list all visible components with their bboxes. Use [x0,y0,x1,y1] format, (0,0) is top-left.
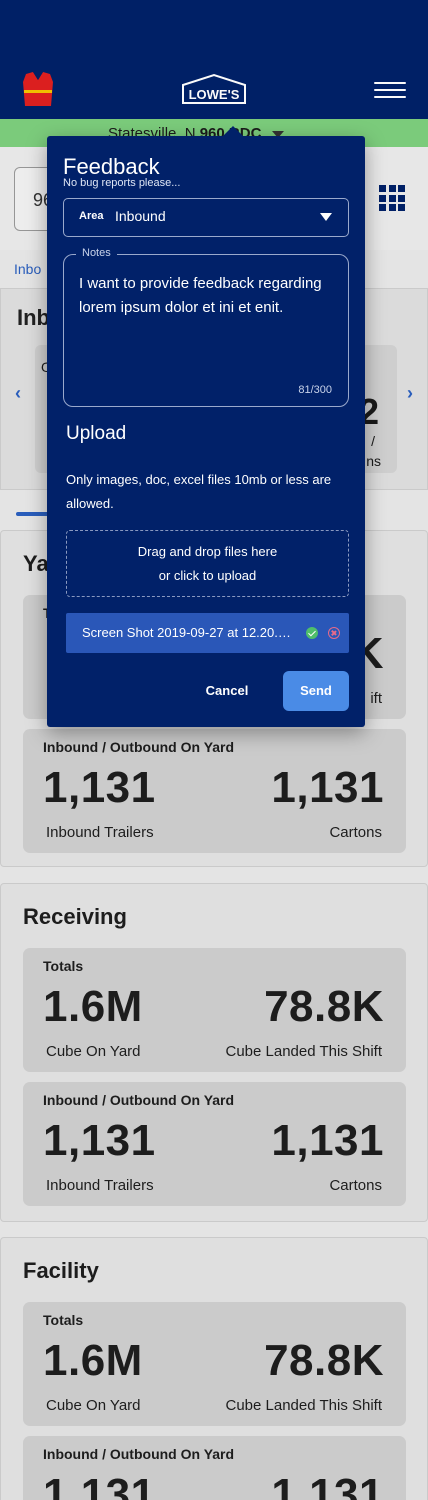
section-title: Facility [23,1258,99,1283]
tile-heading: Inbound / Outbound On Yard [43,1446,235,1462]
tile-left-value: 1.6M [43,1336,143,1385]
tile-left-value: 1.6M [43,982,143,1031]
tile-right-label: ift [370,690,382,707]
check-circle-icon [306,627,318,639]
tile-right-label: Cube Landed This Shift [225,1043,383,1060]
tile-heading: Totals [43,958,84,974]
section-title: Ya [23,551,49,576]
vest-icon[interactable] [22,70,54,108]
section-title: Receiving [23,904,127,929]
tile-heading: Inbound / Outbound On Yard [43,1092,235,1108]
tile-left-label: Inbound Trailers [46,1177,154,1194]
modal-subtitle: No bug reports please... [63,177,181,189]
section-receiving: Receiving Totals 1.6M 78.8K Cube On Yard… [0,883,428,1222]
tile-right-value: 1,131 [271,1116,384,1165]
tile-totals: Totals 1.6M 78.8K Cube On Yard Cube Land… [23,1302,406,1426]
area-label: Area [79,210,104,222]
section-facility: Facility Totals 1.6M 78.8K Cube On Yard … [0,1237,428,1500]
tile-left-label: Inbound Trailers [46,824,154,841]
logo-text: LOWE'S [189,87,240,102]
notes-text[interactable]: I want to provide feedback regarding lor… [79,272,341,320]
tile-left-value: 1,131 [43,1116,156,1165]
tile-heading: Inbound / Outbound On Yard [43,739,235,755]
chevron-left-icon[interactable]: ‹ [15,383,21,404]
notes-char-count: 81/300 [298,384,332,396]
inbound-card-title: Inb [17,305,50,330]
breadcrumb[interactable]: Inbo [14,261,41,277]
inbound-tile-slash: / [371,433,375,449]
tile-on-yard: Inbound / Outbound On Yard 1,131 1,131 I… [23,1082,406,1206]
tile-right-label: Cube Landed This Shift [225,1397,383,1414]
apps-grid-icon[interactable] [379,185,405,211]
tile-on-yard: Inbound / Outbound On Yard 1,131 1,131 [23,1436,406,1500]
file-dropzone[interactable]: Drag and drop files here or click to upl… [66,530,349,597]
tile-right-value: 78.8K [264,982,384,1031]
tile-left-value: 1,131 [43,763,156,812]
file-name: Screen Shot 2019-09-27 at 12.20.00 PM.pn… [82,625,296,640]
area-select[interactable]: Area Inbound [63,198,349,237]
tile-left-label: Cube On Yard [46,1397,141,1414]
dropzone-line-1: Drag and drop files here [137,544,278,559]
hamburger-menu-icon[interactable] [374,82,406,98]
notes-label: Notes [76,247,117,259]
inbound-tile-sub: ns [366,453,381,469]
tile-right-value: 1,131 [271,1470,384,1500]
dropzone-line-2: or click to upload [158,568,257,583]
send-button[interactable]: Send [283,671,349,711]
notes-textarea[interactable]: Notes I want to provide feedback regardi… [63,247,349,407]
tile-heading: Totals [43,1312,84,1328]
tile-left-label: Cube On Yard [46,1043,141,1060]
tile-totals: Totals 1.6M 78.8K Cube On Yard Cube Land… [23,948,406,1072]
feedback-modal: Feedback No bug reports please... Area I… [47,126,365,727]
chevron-right-icon[interactable]: › [407,383,413,404]
chevron-down-icon [320,213,332,221]
cancel-button[interactable]: Cancel [187,676,267,706]
tile-left-value: 1,131 [43,1470,156,1500]
upload-heading: Upload [66,423,127,444]
tile-on-yard: Inbound / Outbound On Yard 1,131 1,131 I… [23,729,406,853]
lowes-logo[interactable]: LOWE'S [181,73,247,105]
tile-right-value: 1,131 [271,763,384,812]
remove-file-icon[interactable] [328,627,340,639]
app-header: LOWE'S [0,0,428,119]
tile-right-label: Cartons [329,1177,382,1194]
uploaded-file: Screen Shot 2019-09-27 at 12.20.00 PM.pn… [66,613,349,653]
modal-pointer [222,126,244,137]
area-value: Inbound [115,208,166,224]
tile-right-value: 78.8K [264,1336,384,1385]
upload-description: Only images, doc, excel files 10mb or le… [66,472,332,511]
tile-right-label: Cartons [329,824,382,841]
